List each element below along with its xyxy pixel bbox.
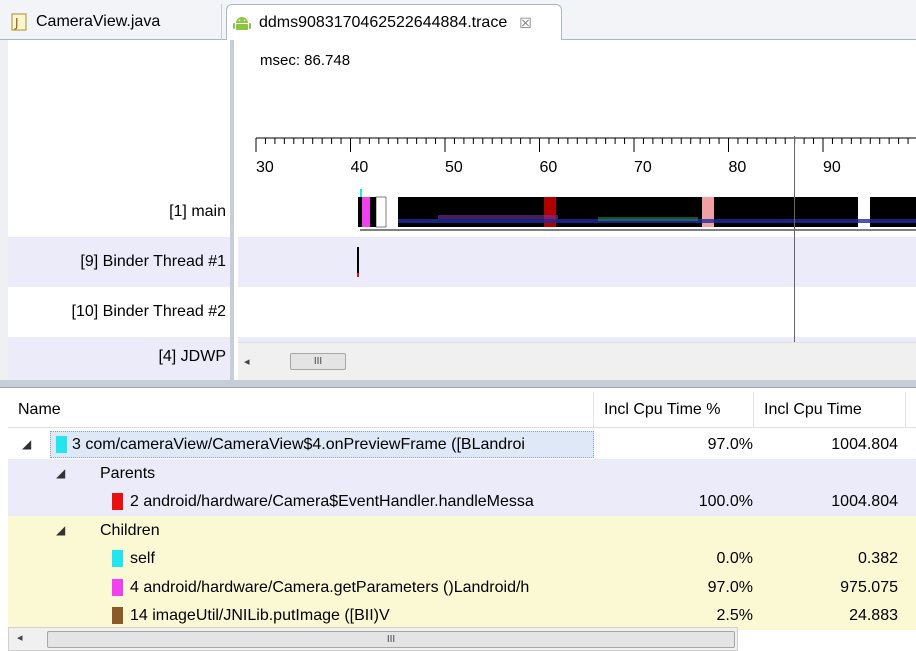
main-thread-activity — [358, 189, 916, 231]
tick-label: 30 — [256, 159, 274, 176]
table-row[interactable]: ◢ Parents — [8, 458, 916, 488]
method-color-swatch — [112, 578, 123, 596]
method-name: Parents — [100, 464, 156, 482]
method-name: 4 android/hardware/Camera.getParameters … — [130, 578, 530, 596]
column-header-name[interactable]: Name — [8, 392, 594, 428]
method-name: 3 com/cameraView/CameraView$4.onPreviewF… — [72, 436, 525, 453]
ruler-scale: 304050607080901 — [255, 137, 916, 176]
tick-label: 90 — [823, 159, 841, 176]
method-color-swatch — [112, 550, 123, 567]
tick-label: 40 — [351, 159, 369, 176]
thread-label-main[interactable]: [1] main — [8, 187, 230, 237]
column-header-incl-cpu-pct[interactable]: Incl Cpu Time % — [594, 392, 754, 428]
tab-label: ddms9083170462522644884.trace — [259, 14, 508, 31]
table-row[interactable]: self 0.0% 0.382 — [8, 544, 916, 573]
incl-cpu-time-cell: 1004.804 — [831, 436, 898, 453]
scroll-thumb[interactable]: III — [290, 353, 346, 370]
tab-trace-file[interactable]: ddms9083170462522644884.trace ☒ — [226, 4, 562, 41]
profile-table: Name Incl Cpu Time % Incl Cpu Time ◢ 3 co… — [8, 388, 916, 651]
scroll-left-icon[interactable]: ◂ — [17, 631, 23, 644]
table-row[interactable]: 2 android/hardware/Camera$EventHandler.h… — [8, 487, 916, 516]
column-header-incl-cpu-time[interactable]: Incl Cpu Time — [754, 392, 906, 428]
incl-cpu-pct-cell: 97.0% — [707, 436, 753, 453]
method-color-swatch — [112, 607, 123, 624]
thread-label-binder-2[interactable]: [10] Binder Thread #2 — [8, 287, 230, 337]
method-color-swatch — [112, 493, 123, 510]
incl-cpu-pct-cell: 100.0% — [698, 493, 753, 510]
tab-camera-view-java[interactable]: J CameraView.java — [4, 4, 222, 40]
close-icon[interactable]: ☒ — [519, 15, 532, 32]
incl-cpu-time-cell: 1004.804 — [831, 493, 898, 510]
thread-label-binder-1[interactable]: [9] Binder Thread #1 — [8, 237, 230, 287]
method-color-swatch — [56, 436, 67, 453]
scroll-thumb[interactable]: III — [47, 631, 735, 648]
profile-table-header: Name Incl Cpu Time % Incl Cpu Time — [8, 392, 916, 428]
incl-cpu-time-cell: 975.075 — [840, 578, 898, 596]
java-file-icon: J — [11, 13, 27, 31]
expand-collapse-icon[interactable]: ◢ — [56, 459, 65, 488]
android-icon — [233, 17, 251, 30]
table-row[interactable]: 4 android/hardware/Camera.getParameters … — [8, 572, 916, 602]
table-row[interactable]: 14 imageUtil/JNILib.putImage ([BII)V 2.5%… — [8, 601, 916, 630]
profile-horizontal-scrollbar[interactable]: ◂ III — [8, 627, 738, 651]
method-name: 2 android/hardware/Camera$EventHandler.h… — [130, 493, 534, 510]
thread-row-main[interactable] — [238, 187, 916, 237]
scroll-left-icon[interactable]: ◂ — [244, 355, 250, 368]
pane-splitter[interactable] — [0, 380, 916, 388]
thread-row-binder-2[interactable] — [238, 287, 916, 337]
method-name: Children — [100, 521, 160, 539]
tick-label: 70 — [634, 159, 652, 176]
trace-timeline: [1] main [9] Binder Thread #1 [10] Binde… — [0, 40, 916, 382]
incl-cpu-pct-cell: 0.0% — [716, 550, 753, 567]
time-cursor-line — [794, 136, 795, 352]
binder1-thread-activity — [357, 247, 359, 277]
thread-label-jdwp[interactable]: [4] JDWP — [8, 337, 230, 382]
tick-label: 80 — [729, 159, 747, 176]
thread-row-binder-1[interactable] — [238, 237, 916, 287]
incl-cpu-pct-cell: 2.5% — [716, 607, 753, 624]
time-ruler[interactable]: msec: 86.748 304050607080901 — [238, 40, 916, 187]
svg-text:J: J — [14, 16, 19, 30]
tick-label: 50 — [445, 159, 463, 176]
table-row[interactable]: ◢ Children — [8, 515, 916, 545]
tick-label: 60 — [540, 159, 558, 176]
timeline-horizontal-scrollbar[interactable]: ◂ III — [238, 342, 916, 382]
incl-cpu-pct-cell: 97.0% — [707, 578, 753, 596]
incl-cpu-time-cell: 24.883 — [849, 607, 898, 624]
table-row[interactable]: ◢ 3 com/cameraView/CameraView$4.onPreview… — [8, 430, 916, 459]
thread-label-pane: [1] main [9] Binder Thread #1 [10] Binde… — [8, 40, 234, 382]
method-name: self — [130, 550, 155, 567]
expand-collapse-icon[interactable]: ◢ — [56, 516, 65, 545]
method-name: 14 imageUtil/JNILib.putImage ([BII)V — [130, 607, 390, 624]
editor-tab-bar: J CameraView.java ddms908317046252264488… — [0, 0, 916, 41]
incl-cpu-time-cell: 0.382 — [857, 550, 898, 567]
tab-label: CameraView.java — [36, 13, 161, 30]
expand-collapse-icon[interactable]: ◢ — [22, 430, 31, 459]
